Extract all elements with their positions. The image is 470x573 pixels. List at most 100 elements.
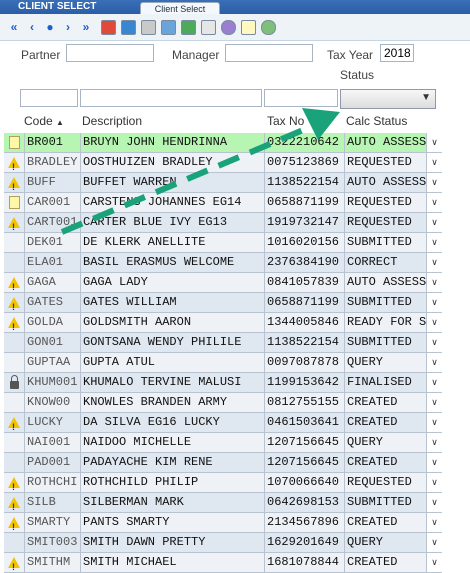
status-dropdown-icon[interactable]: ∨	[426, 193, 442, 212]
upload-icon[interactable]	[260, 19, 276, 35]
table-row[interactable]: KNOW00 KNOWLES BRANDEN ARMY 0812755155 CREA…	[4, 393, 442, 413]
column-header-tax-no[interactable]: Tax No	[267, 114, 304, 128]
table-row[interactable]: BRADLEYOOSTHUIZEN BRADLEY0075123869REQUE…	[4, 153, 442, 173]
print-icon[interactable]	[140, 19, 156, 35]
status-label: Status	[340, 68, 375, 82]
table-row[interactable]: ROTHCHIROTHCHILD PHILIP1070066640REQUEST…	[4, 473, 442, 493]
row-icon-cell	[4, 413, 24, 432]
status-dropdown-icon[interactable]: ∨	[426, 153, 442, 172]
warning-icon	[8, 157, 20, 172]
warning-icon	[8, 317, 20, 332]
table-row[interactable]: DEK01 DE KLERK ANELLITE 1016020156 SUBMITTE…	[4, 233, 442, 253]
status-dropdown-icon[interactable]: ∨	[426, 273, 442, 292]
table-row[interactable]: ELA01 BASIL ERASMUS WELCOME 2376384190 CORR…	[4, 253, 442, 273]
status-dropdown-icon[interactable]: ∨	[426, 533, 442, 552]
column-header-description[interactable]: Description	[82, 114, 142, 128]
row-icon-cell	[4, 133, 24, 152]
tax-number: 0812755155	[264, 393, 344, 412]
column-header-code[interactable]: Code ▲	[24, 114, 64, 128]
tools-icon[interactable]	[180, 19, 196, 35]
client-description: BASIL ERASMUS WELCOME	[80, 253, 264, 272]
client-code: BRADLEY	[24, 153, 80, 172]
last-page-icon[interactable]: »	[78, 19, 94, 35]
table-row[interactable]: NAI001 NAIDOO MICHELLE 1207156645 QUERY ∨	[4, 433, 442, 453]
code-filter-input[interactable]	[20, 89, 78, 107]
row-icon-cell	[4, 333, 24, 352]
status-dropdown-icon[interactable]: ∨	[426, 493, 442, 512]
status-dropdown-icon[interactable]: ∨	[426, 373, 442, 392]
document-icon[interactable]	[240, 19, 256, 35]
filter-icon[interactable]	[120, 19, 136, 35]
calc-status: READY FOR SUBMISSION	[344, 313, 426, 332]
status-dropdown-icon[interactable]: ∨	[426, 513, 442, 532]
tax-year-input[interactable]	[380, 44, 414, 62]
sort-asc-icon: ▲	[56, 118, 64, 127]
manager-input[interactable]	[225, 44, 313, 62]
table-row[interactable]: SILBSILBERMAN MARK0642698153SUBMITTED∨	[4, 493, 442, 513]
status-dropdown-icon[interactable]: ∨	[426, 473, 442, 492]
description-filter-input[interactable]	[80, 89, 262, 107]
tax-number: 1138522154	[264, 333, 344, 352]
status-dropdown-icon[interactable]: ∨	[426, 433, 442, 452]
tax-year-label: Tax Year	[327, 48, 374, 62]
client-description: DE KLERK ANELLITE	[80, 233, 264, 252]
table-row[interactable]: GOLDAGOLDSMITH AARON1344005846READY FOR …	[4, 313, 442, 333]
status-dropdown-icon[interactable]: ∨	[426, 173, 442, 192]
table-row[interactable]: PAD001 PADAYACHE KIM RENE 1207156645 CREATE…	[4, 453, 442, 473]
row-icon-cell	[4, 553, 24, 572]
status-dropdown-icon[interactable]: ∨	[426, 133, 442, 152]
table-row[interactable]: BUFFBUFFET WARREN1138522154AUTO ASSESSED…	[4, 173, 442, 193]
column-header-calc-status[interactable]: Calc Status	[346, 114, 407, 128]
status-dropdown-icon[interactable]: ∨	[426, 453, 442, 472]
status-dropdown-icon[interactable]: ∨	[426, 553, 442, 572]
calendar-icon[interactable]	[200, 19, 216, 35]
partner-input[interactable]	[66, 44, 154, 62]
table-row[interactable]: SMITHMSMITH MICHAEL1681078844CREATED∨	[4, 553, 442, 573]
row-icon-cell	[4, 193, 24, 212]
table-row[interactable]: CAR001 CARSTENS JOHANNES EG14 0658871199 RE…	[4, 193, 442, 213]
status-dropdown-icon[interactable]: ∨	[426, 353, 442, 372]
status-dropdown-icon[interactable]: ∨	[426, 293, 442, 312]
tax-no-filter-input[interactable]	[264, 89, 338, 107]
tax-number: 1629201649	[264, 533, 344, 552]
client-code: SMITHM	[24, 553, 80, 572]
table-row[interactable]: GATESGATES WILLIAM0658871199SUBMITTED∨	[4, 293, 442, 313]
status-dropdown-icon[interactable]: ∨	[426, 213, 442, 232]
export-icon[interactable]	[160, 19, 176, 35]
table-row[interactable]: SMARTYPANTS SMARTY2134567896CREATED∨	[4, 513, 442, 533]
row-icon-cell	[4, 513, 24, 532]
status-dropdown-icon[interactable]: ∨	[426, 393, 442, 412]
partner-label: Partner	[21, 48, 61, 62]
table-row[interactable]: SMIT003 SMITH DAWN PRETTY 1629201649 QUERY ∨	[4, 533, 442, 553]
client-description: NAIDOO MICHELLE	[80, 433, 264, 452]
status-dropdown-icon[interactable]: ∨	[426, 233, 442, 252]
first-page-icon[interactable]: «	[6, 19, 22, 35]
status-dropdown-icon[interactable]: ∨	[426, 313, 442, 332]
next-page-icon[interactable]: ›	[60, 19, 76, 35]
table-row[interactable]: GUPTAA GUPTA ATUL 0097087878 QUERY ∨	[4, 353, 442, 373]
client-description: GONTSANA WENDY PHILILE	[80, 333, 264, 352]
client-description: KNOWLES BRANDEN ARMY	[80, 393, 264, 412]
row-icon-cell	[4, 253, 24, 272]
calc-status: CREATED	[344, 553, 426, 572]
tax-number: 0658871199	[264, 193, 344, 212]
table-row[interactable]: KHUM001 KHUMALO TERVINE MALUSI 1199153642 F…	[4, 373, 442, 393]
info-icon[interactable]: ●	[42, 19, 58, 35]
table-row[interactable]: BR001 BRUYN JOHN HENDRINNA 0322210642 AUTO …	[4, 133, 442, 153]
client-code: PAD001	[24, 453, 80, 472]
table-row[interactable]: LUCKYDA SILVA EG16 LUCKY0461503641CREATE…	[4, 413, 442, 433]
refresh-icon[interactable]	[100, 19, 116, 35]
client-code: BR001	[24, 133, 80, 152]
status-select[interactable]: ▼	[340, 89, 436, 109]
tax-number: 0075123869	[264, 153, 344, 172]
status-dropdown-icon[interactable]: ∨	[426, 333, 442, 352]
settings-icon[interactable]	[220, 19, 236, 35]
table-row[interactable]: CART001CARTER BLUE IVY EG131919732147REQ…	[4, 213, 442, 233]
table-row[interactable]: GAGAGAGA LADY0841057839AUTO ASSESSED∨	[4, 273, 442, 293]
status-dropdown-icon[interactable]: ∨	[426, 253, 442, 272]
table-row[interactable]: GON01 GONTSANA WENDY PHILILE 1138522154 SUB…	[4, 333, 442, 353]
status-dropdown-icon[interactable]: ∨	[426, 413, 442, 432]
row-icon-cell	[4, 533, 24, 552]
calc-status: SUBMITTED	[344, 293, 426, 312]
prev-page-icon[interactable]: ‹	[24, 19, 40, 35]
